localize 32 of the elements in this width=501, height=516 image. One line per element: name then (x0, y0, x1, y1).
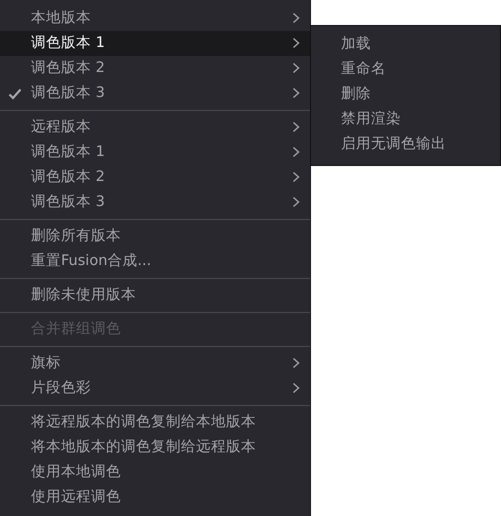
menu-item[interactable]: 调色版本 3 (0, 81, 310, 106)
menu-item[interactable]: 调色版本 1 (0, 31, 310, 56)
menu-item[interactable]: 将远程版本的调色复制给本地版本 (0, 410, 310, 435)
menu-item[interactable]: 本地版本 (0, 6, 310, 31)
chevron-right-icon (292, 356, 300, 369)
menu-item[interactable]: 重命名 (311, 57, 500, 82)
menu-item[interactable]: 重置Fusion合成... (0, 249, 310, 274)
chevron-right-icon (292, 12, 300, 24)
menu-item[interactable]: 调色版本 1 (0, 140, 310, 165)
menu-item[interactable]: 调色版本 3 (0, 190, 310, 215)
chevron-right-icon (292, 36, 300, 49)
chevron-right-icon (292, 382, 300, 394)
chevron-right-icon (292, 170, 300, 183)
menu-item[interactable]: 加载 (311, 32, 500, 57)
chevron-right-icon (292, 120, 300, 133)
menu-item[interactable]: 旗标 (0, 351, 310, 376)
chevron-right-icon (292, 62, 300, 74)
menu-item[interactable]: 远程版本 (0, 115, 310, 140)
menu-item[interactable]: 删除未使用版本 (0, 283, 310, 308)
menu-item[interactable]: 启用无调色输出 (311, 132, 500, 157)
menu-item[interactable]: 使用远程调色 (0, 485, 310, 510)
menu-item[interactable]: 片段色彩 (0, 376, 310, 401)
menu-item[interactable]: 调色版本 2 (0, 165, 310, 190)
menu-item[interactable]: 删除所有版本 (0, 224, 310, 249)
menu-item[interactable]: 使用本地调色 (0, 460, 310, 485)
chevron-right-icon (292, 146, 300, 158)
menu-item[interactable]: 调色版本 2 (0, 56, 310, 81)
chevron-right-icon (292, 86, 300, 99)
menu-item[interactable]: 禁用渲染 (311, 107, 500, 132)
chevron-right-icon (292, 196, 300, 208)
menu-item[interactable]: 删除 (311, 82, 500, 107)
menu-item[interactable]: 将本地版本的调色复制给远程版本 (0, 435, 310, 460)
